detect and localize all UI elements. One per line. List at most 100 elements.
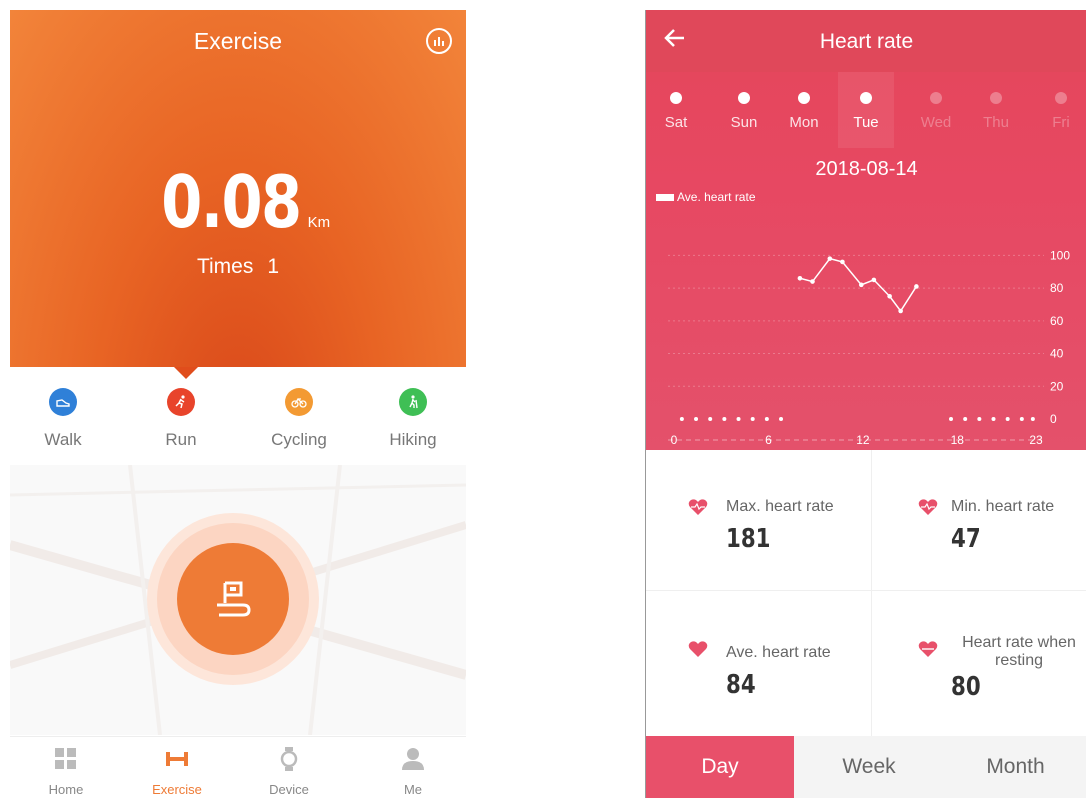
day-label: Wed: [920, 114, 952, 131]
zero-point: [949, 417, 954, 421]
mode-run[interactable]: Run: [136, 388, 226, 450]
y-tick-label: 20: [1050, 379, 1064, 393]
zero-point: [963, 417, 968, 421]
day-label: Sat: [664, 114, 688, 131]
stat-label: Heart rate when: [962, 634, 1076, 651]
exercise-mode-selector: Walk Run Cycling Hiking: [10, 388, 466, 468]
nav-label: Device: [269, 782, 309, 797]
stat-label: Ave. heart rate: [726, 644, 831, 661]
title-bar: Heart rate: [646, 10, 1086, 72]
nav-label: Me: [403, 782, 423, 797]
zero-point: [722, 417, 727, 421]
y-tick-label: 0: [1050, 412, 1057, 426]
zero-point: [991, 417, 996, 421]
page-title: Exercise: [193, 28, 283, 54]
stat-value: 80: [951, 672, 981, 702]
heart-rate-chart: 0 20 40 60 80 100 0 6 12 18 23: [668, 248, 1070, 447]
times-label: Times: [196, 255, 254, 278]
nav-device[interactable]: Device: [249, 747, 329, 797]
day-label: Tue: [853, 114, 879, 131]
heart-pulse-icon: [688, 499, 708, 515]
nav-label: Exercise: [152, 782, 202, 797]
distance-value: 0.08: [161, 160, 302, 244]
watch-icon: [280, 747, 298, 771]
selected-date: 2018-08-14: [815, 158, 918, 180]
day-dot: [930, 92, 942, 104]
chart-legend: Ave. heart rate: [656, 190, 756, 204]
legend-swatch: [656, 194, 674, 202]
stat-value: 47: [951, 524, 981, 554]
dumbbell-icon: [166, 752, 188, 766]
day-fri[interactable]: Fri: [1033, 72, 1086, 148]
nav-home[interactable]: Home: [26, 747, 106, 797]
statistics-button[interactable]: [426, 28, 452, 54]
x-tick-label: 23: [1029, 433, 1043, 447]
runner-icon: [167, 388, 195, 416]
tab-week[interactable]: Week: [794, 736, 944, 798]
day-label: Fri: [1052, 114, 1070, 131]
day-label: Mon: [789, 114, 819, 131]
bar-chart-icon: [434, 37, 444, 46]
legend-label: Ave. heart rate: [677, 190, 756, 204]
zero-point: [764, 417, 769, 421]
person-icon: [402, 748, 424, 770]
tab-month[interactable]: Month: [944, 736, 1086, 798]
times-display: Times 1: [10, 255, 466, 279]
day-dot: [860, 92, 872, 104]
min-heart-rate: Min. heart rate 47: [951, 498, 1054, 554]
x-tick-label: 0: [671, 433, 678, 447]
mode-cycling[interactable]: Cycling: [254, 388, 344, 450]
day-thu[interactable]: Thu: [968, 72, 1024, 148]
zero-point: [1005, 417, 1010, 421]
data-point: [810, 279, 815, 284]
mode-label: Run: [165, 430, 197, 449]
period-tabs: Day Week Month: [646, 736, 1086, 798]
nav-exercise[interactable]: Exercise: [137, 747, 217, 797]
times-value: 1: [267, 255, 280, 278]
mode-label: Hiking: [389, 430, 437, 449]
mode-walk[interactable]: Walk: [18, 388, 108, 450]
data-point: [887, 293, 892, 299]
day-sun[interactable]: Sun: [716, 72, 772, 148]
zero-point: [694, 417, 699, 421]
stat-value: 84: [726, 670, 756, 700]
zero-point: [679, 417, 684, 421]
stat-label: resting: [994, 652, 1044, 669]
max-heart-rate: Max. heart rate 181: [726, 498, 834, 554]
mode-label: Cycling: [271, 430, 327, 449]
tab-day[interactable]: Day: [646, 736, 794, 798]
bicycle-icon: [285, 388, 313, 416]
map-background: [10, 465, 466, 735]
stat-label: Max. heart rate: [726, 498, 834, 515]
day-sat[interactable]: Sat: [648, 72, 704, 148]
heart-rest-icon: [918, 641, 938, 657]
divider: [646, 590, 1086, 591]
day-dot: [990, 92, 1002, 104]
heart-rate-line: [799, 257, 918, 313]
resting-heart-rate-value: 80: [951, 672, 987, 702]
day-mon[interactable]: Mon: [776, 72, 832, 148]
day-selector: Sat Sun Mon Tue Wed Thu Fri: [646, 72, 1086, 148]
exercise-summary-panel: Exercise 0.08 Km Times 1: [10, 10, 466, 367]
day-wed[interactable]: Wed: [908, 72, 964, 148]
day-dot: [738, 92, 750, 104]
nav-me[interactable]: Me: [373, 747, 453, 797]
data-point: [898, 308, 903, 314]
resting-heart-rate: Heart rate when resting: [951, 634, 1086, 670]
zero-point: [1030, 417, 1035, 421]
day-dot: [1055, 92, 1067, 104]
mode-hiking[interactable]: Hiking: [368, 388, 458, 450]
data-point: [858, 282, 864, 288]
x-tick-label: 18: [951, 433, 965, 447]
day-dot: [798, 92, 810, 104]
heart-pulse-icon: [918, 499, 938, 515]
zero-point: [736, 417, 741, 421]
y-tick-label: 100: [1050, 248, 1070, 262]
x-tick-label: 6: [765, 433, 772, 447]
start-exercise-button[interactable]: [177, 543, 289, 655]
hiker-icon: [399, 388, 427, 416]
page-title: Heart rate: [819, 30, 914, 53]
divider: [871, 450, 872, 742]
day-tue[interactable]: Tue: [838, 72, 894, 148]
distance-display: 0.08 Km: [10, 160, 466, 244]
